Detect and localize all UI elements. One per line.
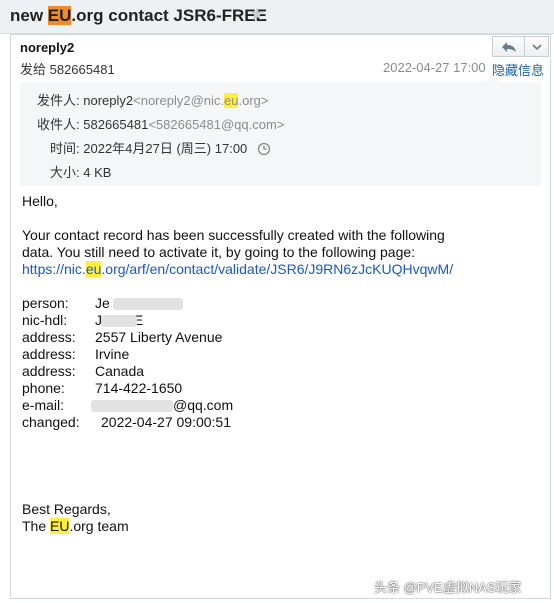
time-label: 时间: (50, 141, 80, 156)
from-addr-pre: <noreply2@nic. (133, 93, 225, 108)
field-label-person: person: (22, 295, 69, 311)
chevron-down-icon (531, 43, 542, 50)
link-pre: https://nic. (22, 261, 86, 277)
field-label-changed: changed: (22, 414, 80, 430)
email-card: noreply2 发给 582665481 2022-04-27 17:00 隐… (10, 34, 551, 599)
time-value: 2022年4月27日 (周三) 17:00 (83, 141, 248, 156)
team-signature: The EU.org team (22, 518, 129, 535)
size-label: 大小: (50, 165, 80, 180)
subject-prefix: new (10, 6, 48, 25)
team-pre: The (22, 518, 51, 534)
team-highlight: EU (50, 518, 70, 534)
field-value-address-1: 2557 Liberty Avenue (95, 329, 223, 345)
time-row: 时间: 2022年4月27日 (周三) 17:00 (50, 138, 271, 157)
reply-icon (501, 41, 516, 52)
email-subject: new EU.org contact JSR6-FREE (10, 6, 267, 26)
from-addr-highlight: eu (224, 93, 239, 108)
clock-icon[interactable] (257, 142, 271, 156)
field-label-address-3: address: (22, 363, 76, 379)
field-value-phone: 714-422-1650 (95, 380, 183, 396)
activation-link[interactable]: https://nic.eu.org/arf/en/contact/valida… (22, 261, 453, 278)
to-label: 收件人: (37, 117, 80, 132)
field-value-address-2: Irvine (95, 346, 130, 362)
size-value: 4 KB (83, 165, 112, 180)
field-label-address-2: address: (22, 346, 76, 362)
field-label-phone: phone: (22, 380, 65, 396)
greeting: Hello, (22, 193, 58, 209)
body-line-1: Your contact record has been successfull… (22, 227, 445, 243)
redaction-email (91, 400, 173, 412)
regards: Best Regards, (22, 501, 111, 517)
hide-details-link[interactable]: 隐藏信息 (492, 60, 544, 79)
star-icon[interactable]: ★ (249, 4, 265, 25)
to-row: 收件人: 582665481<582665481@qq.com> (37, 114, 284, 133)
reply-button[interactable] (493, 37, 525, 56)
details-pointer (485, 74, 499, 82)
from-name[interactable]: noreply2 (83, 93, 133, 108)
field-label-nic-hdl: nic-hdl: (22, 312, 68, 328)
subject-suffix: .org contact JSR6-FREE (71, 6, 267, 25)
title-bar: new EU.org contact JSR6-FREE ★ (0, 0, 554, 34)
more-actions-button[interactable] (525, 37, 548, 56)
field-value-changed: 2022-04-27 09:00:51 (101, 414, 231, 430)
details-panel: 发件人: noreply2<noreply2@nic.eu.org> 收件人: … (20, 82, 541, 186)
redaction-nic-hdl (101, 315, 137, 327)
from-addr-post: .org> (238, 93, 269, 108)
field-value-address-3: Canada (95, 363, 145, 379)
team-post: .org team (69, 518, 129, 534)
field-value-email: @qq.com (173, 397, 234, 413)
email-date: 2022-04-27 17:00 (383, 60, 486, 75)
reply-button-group (492, 36, 549, 57)
redaction-person (113, 298, 183, 310)
sender-name: noreply2 (20, 40, 75, 55)
subject-highlight: EU (47, 6, 72, 25)
to-addr: <582665481@qq.com> (148, 117, 285, 132)
to-name[interactable]: 582665481 (83, 117, 148, 132)
link-post: .org/arf/en/contact/validate/JSR6/J9RN6z… (101, 261, 454, 277)
from-label: 发件人: (37, 93, 80, 108)
watermark: 头条 @PVE虚拟NAS玩家 (374, 580, 522, 595)
recipient-line: 发给 582665481 (20, 62, 115, 77)
body-line-2: data. You still need to activate it, by … (22, 244, 416, 260)
link-highlight: eu (85, 261, 102, 277)
from-row: 发件人: noreply2<noreply2@nic.eu.org> (37, 90, 268, 109)
field-label-email: e-mail: (22, 397, 65, 413)
size-row: 大小: 4 KB (50, 162, 111, 181)
field-label-address-1: address: (22, 329, 76, 345)
